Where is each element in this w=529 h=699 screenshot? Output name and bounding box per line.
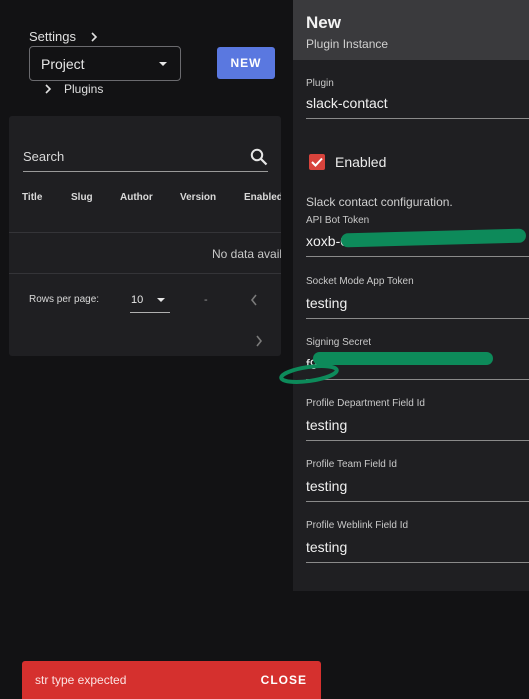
breadcrumb-plugins[interactable]: Plugins — [64, 82, 103, 96]
rows-per-page-label: Rows per page: — [29, 294, 100, 305]
field-label: Signing Secret — [306, 337, 372, 348]
column-header-version[interactable]: Version — [180, 192, 244, 203]
breadcrumb-settings[interactable]: Settings — [29, 29, 76, 44]
chevron-right-icon — [45, 84, 52, 94]
socket-mode-app-token-field[interactable]: Socket Mode App Token testing — [306, 276, 529, 319]
field-underline — [306, 256, 529, 257]
breadcrumb-plugins-row: Plugins — [44, 82, 103, 96]
enabled-checkbox-row[interactable]: Enabled — [309, 154, 386, 170]
column-header-author[interactable]: Author — [120, 192, 180, 203]
divider — [9, 232, 281, 233]
field-underline — [306, 318, 529, 319]
breadcrumb: Settings — [29, 29, 98, 44]
table-header: Title Slug Author Version Enabled — [22, 192, 281, 203]
enabled-checkbox[interactable] — [309, 154, 325, 170]
no-data-text: No data avail — [212, 247, 281, 261]
column-header-slug[interactable]: Slug — [71, 192, 120, 203]
field-underline — [306, 562, 529, 563]
search-input[interactable] — [23, 149, 223, 164]
field-value[interactable]: testing — [306, 295, 529, 313]
rows-per-page-select[interactable]: 10 — [130, 288, 170, 313]
search-field — [23, 142, 268, 172]
redaction-scribble — [279, 364, 339, 384]
new-button[interactable]: NEW — [217, 47, 275, 79]
plugin-field[interactable]: Plugin slack-contact — [306, 78, 529, 119]
field-underline — [306, 440, 529, 441]
drawer-header: New Plugin Instance — [293, 0, 529, 60]
field-label: API Bot Token — [306, 215, 370, 226]
field-underline — [306, 118, 529, 119]
field-value[interactable]: testing — [306, 478, 529, 496]
field-underline — [306, 501, 529, 502]
plugin-instance-drawer: New Plugin Instance Plugin slack-contact… — [279, 0, 529, 591]
column-header-enabled[interactable]: Enabled — [244, 192, 281, 203]
caret-down-icon — [159, 61, 167, 66]
plugin-field-value: slack-contact — [306, 95, 388, 111]
search-icon[interactable] — [250, 148, 268, 166]
plugin-field-label: Plugin — [306, 78, 334, 89]
profile-department-field-id-field[interactable]: Profile Department Field Id testing — [306, 398, 529, 441]
chevron-right-icon — [256, 335, 263, 347]
plugin-description: Slack contact configuration. — [306, 195, 453, 209]
chevron-right-icon — [91, 31, 98, 42]
drawer-subtitle: Plugin Instance — [306, 37, 389, 51]
divider — [9, 273, 281, 274]
error-snackbar: str type expected CLOSE — [22, 661, 321, 699]
column-header-title[interactable]: Title — [22, 192, 71, 203]
field-label: Profile Team Field Id — [306, 459, 397, 470]
profile-team-field-id-field[interactable]: Profile Team Field Id testing — [306, 459, 529, 502]
project-select[interactable]: Project — [29, 46, 181, 81]
snackbar-close-button[interactable]: CLOSE — [261, 673, 307, 687]
left-panel: Settings Project NEW Plugins Title Slug … — [0, 0, 293, 699]
enabled-label: Enabled — [335, 154, 387, 170]
field-label: Profile Department Field Id — [306, 398, 425, 409]
drawer-title: New — [306, 13, 341, 32]
field-label: Profile Weblink Field Id — [306, 520, 409, 531]
snackbar-message: str type expected — [35, 673, 127, 687]
profile-weblink-field-id-field[interactable]: Profile Weblink Field Id testing — [306, 520, 529, 563]
field-label: Socket Mode App Token — [306, 276, 414, 287]
check-icon — [311, 157, 323, 167]
caret-down-icon — [157, 298, 165, 302]
field-value[interactable]: testing — [306, 417, 529, 435]
chevron-left-icon — [250, 294, 257, 306]
previous-page-button[interactable] — [244, 290, 264, 310]
plugins-table-card: Title Slug Author Version Enabled No dat… — [9, 116, 281, 356]
rows-per-page-value: 10 — [131, 294, 144, 306]
next-page-button[interactable] — [249, 331, 269, 351]
project-select-value: Project — [41, 55, 85, 72]
field-value[interactable]: testing — [306, 539, 529, 557]
pagination-range: - — [204, 294, 208, 306]
